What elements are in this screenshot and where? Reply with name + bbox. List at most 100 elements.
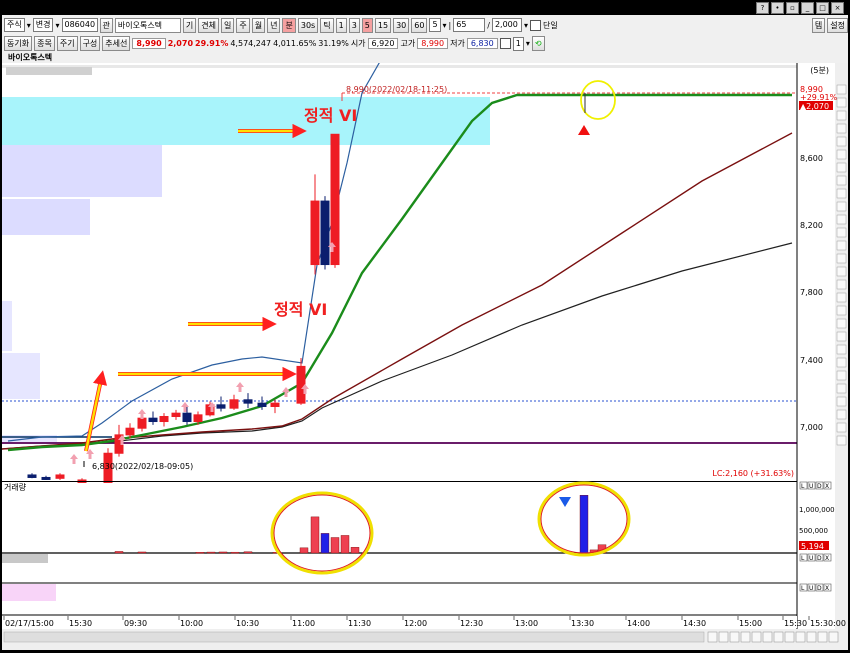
drawing-tool-icon[interactable] [836, 201, 847, 212]
time-axis-label: 14:00 [627, 619, 650, 628]
volume-profile-3 [2, 301, 12, 351]
price-axis-label: 8,600 [800, 154, 823, 163]
minute-60-button[interactable]: 60 [411, 17, 428, 33]
drawing-tool-icon[interactable] [836, 357, 847, 368]
period-tick-button[interactable]: 틱 [320, 17, 334, 33]
restore-icon[interactable]: ▫ [786, 2, 799, 14]
minute-30-button[interactable]: 30 [393, 17, 410, 33]
type-select[interactable]: 주식 [4, 18, 25, 32]
minute-3-button[interactable]: 3 [348, 17, 360, 33]
drawing-tool-icon[interactable] [836, 84, 847, 95]
code-input[interactable]: 086040 [61, 18, 98, 32]
zoom-control-icon[interactable] [751, 631, 762, 643]
drawing-tool-icon[interactable] [836, 240, 847, 251]
zoom-control-icon[interactable] [795, 631, 806, 643]
drawing-tool-icon[interactable] [836, 331, 847, 342]
zoom-control-icon[interactable] [729, 631, 740, 643]
option-checkbox[interactable] [499, 38, 511, 49]
drawing-tool-icon[interactable] [836, 279, 847, 290]
trendline-button[interactable]: 추세선 [102, 36, 131, 51]
single-checkbox[interactable] [529, 19, 541, 31]
cycle-button[interactable]: 주기 [56, 36, 78, 51]
minute-value-input[interactable]: 5 [429, 18, 441, 32]
zoom-control-icon[interactable] [762, 631, 773, 643]
period-day-button[interactable]: 기 [182, 17, 197, 33]
zoom-control-icon[interactable] [806, 631, 817, 643]
sync-button[interactable]: 동기화 [4, 36, 33, 51]
drawing-tool-icon[interactable] [836, 149, 847, 160]
drawing-tool-icon[interactable] [836, 188, 847, 199]
vol-legend-pink [2, 584, 56, 601]
chart-area[interactable]: 정적 VI 정적 VI 8,990(2022/02/18-11:25) 6,830(2… [1, 57, 848, 650]
vol-axis-label: 1,000,000 [799, 506, 835, 514]
drawing-tool-icon[interactable] [836, 409, 847, 420]
drawing-tool-icon[interactable] [836, 123, 847, 134]
count-input[interactable]: 65 [453, 18, 486, 32]
drawing-tool-icon[interactable] [836, 292, 847, 303]
drawing-tool-icon[interactable] [836, 110, 847, 121]
period-3-button[interactable]: 주 [236, 17, 250, 33]
period-minute-button[interactable]: 분 [282, 17, 296, 33]
drawing-tool-icon[interactable] [836, 214, 847, 225]
drawing-tool-icon[interactable] [836, 227, 847, 238]
drawing-tool-icon[interactable] [836, 344, 847, 355]
chevron-down-icon[interactable]: ▾ [443, 21, 447, 30]
total-input[interactable]: 2,000 [491, 18, 522, 32]
single-label: 단일 [542, 20, 558, 30]
chart-svg[interactable]: 정적 VI 정적 VI 8,990(2022/02/18-11:25) 6,830(2… [1, 57, 848, 650]
chevron-down-icon[interactable]: ▾ [524, 21, 528, 30]
drawing-tool-icon[interactable] [836, 318, 847, 329]
drawing-tool-icon[interactable] [836, 305, 847, 316]
search-button[interactable]: 관 [99, 17, 113, 33]
stock-button[interactable]: 종목 [34, 36, 55, 51]
period-5-button[interactable]: 년 [267, 17, 281, 33]
candle-body [171, 412, 181, 418]
change-select[interactable]: 변경 [32, 18, 54, 32]
drawing-tool-icon[interactable] [836, 162, 847, 173]
zoom-control-icon[interactable] [718, 631, 729, 643]
pin-icon[interactable]: • [771, 2, 784, 14]
maximize-icon[interactable]: □ [816, 2, 829, 14]
template-button[interactable]: 템 [811, 17, 826, 33]
drawing-tool-icon[interactable] [836, 422, 847, 433]
zoom-control-icon[interactable] [740, 631, 751, 643]
zoom-control-icon[interactable] [773, 631, 784, 643]
zoom-control-icon[interactable] [707, 631, 718, 643]
price-axis-label: 7,800 [800, 288, 823, 297]
drawing-tool-icon[interactable] [836, 253, 847, 264]
period-2-button[interactable]: 일 [220, 17, 235, 33]
signal-arrow-icon [236, 382, 244, 392]
chevron-down-icon[interactable]: ▾ [27, 21, 31, 30]
drawing-tool-icon[interactable] [836, 370, 847, 381]
price-panel[interactable]: 정적 VI 정적 VI 8,990(2022/02/18-11:25) 6,830(2… [1, 57, 797, 495]
drawing-tool-icon[interactable] [836, 97, 847, 108]
zoom-control-icon[interactable] [817, 631, 828, 643]
chart-tab-title[interactable]: 바이오톡스텍 [8, 52, 52, 63]
drawing-tool-icon[interactable] [836, 175, 847, 186]
compose-button[interactable]: 구성 [79, 36, 101, 51]
period-30s-button[interactable]: 30s [297, 17, 319, 33]
stock-name-tag[interactable]: 바이오톡스텍 [114, 17, 181, 33]
axis-current-pct: +29.91% [800, 93, 838, 102]
chevron-down-icon[interactable]: ▾ [55, 21, 59, 30]
close-icon[interactable]: × [831, 2, 844, 14]
drawing-tool-icon[interactable] [836, 266, 847, 277]
drawing-tool-icon[interactable] [836, 136, 847, 147]
zoom-control-icon[interactable] [828, 631, 839, 643]
minute-15-button[interactable]: 15 [374, 17, 392, 33]
minute-5-button[interactable]: 5 [361, 17, 373, 33]
minimize-icon[interactable]: _ [801, 2, 814, 14]
help-icon[interactable]: ? [756, 2, 769, 14]
drawing-tool-icon[interactable] [836, 435, 847, 446]
period-4-button[interactable]: 월 [251, 17, 266, 33]
refresh-icon[interactable]: ⟲ [531, 36, 545, 51]
period-1-button[interactable]: 견체 [198, 17, 219, 33]
drawing-tool-icon[interactable] [836, 383, 847, 394]
minute-1-button[interactable]: 1 [335, 17, 347, 33]
horizontal-scrollbar[interactable] [3, 631, 705, 643]
settings-button[interactable]: 설정 [827, 17, 848, 33]
chevron-down-icon[interactable]: ▾ [526, 39, 530, 48]
stepper-input[interactable]: 1 [512, 36, 524, 51]
zoom-control-icon[interactable] [784, 631, 795, 643]
drawing-tool-icon[interactable] [836, 396, 847, 407]
